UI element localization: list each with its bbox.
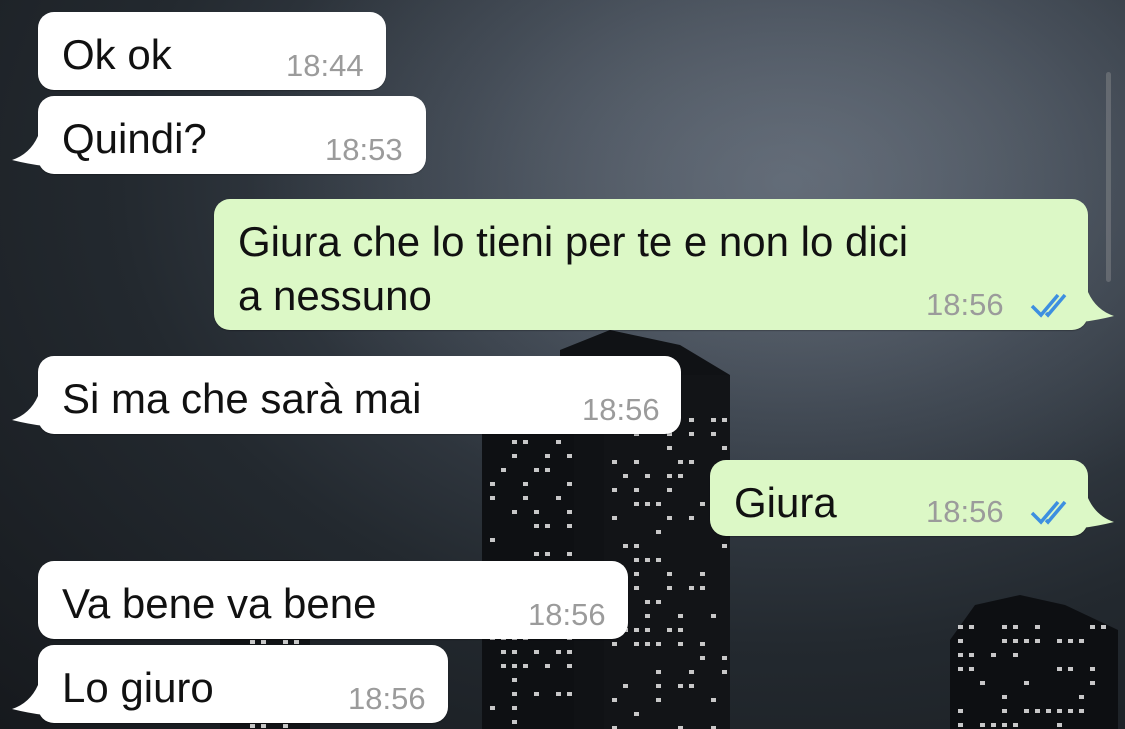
- message-text: Si ma che sarà mai: [62, 375, 422, 422]
- bubble-tail-left: [12, 136, 44, 166]
- bubble-tail-right: [1082, 498, 1114, 528]
- message-text: Giura: [734, 479, 837, 526]
- message-text: Ok ok: [62, 31, 172, 78]
- message-timestamp: 18:44: [286, 48, 364, 83]
- message-bubble-incoming[interactable]: Lo giuro 18:56: [38, 645, 448, 723]
- message-bubble-incoming[interactable]: Si ma che sarà mai 18:56: [38, 356, 681, 434]
- message-timestamp: 18:56: [582, 392, 660, 427]
- message-text: Lo giuro: [62, 664, 214, 711]
- message-bubble-incoming[interactable]: Quindi? 18:53: [38, 96, 426, 174]
- message-text: Giura che lo tieni per te e non lo dici …: [238, 218, 909, 319]
- message-timestamp: 18:56: [926, 287, 1004, 322]
- bubble-tail-right: [1082, 292, 1114, 322]
- message-bubble-outgoing[interactable]: Giura 18:56: [710, 460, 1088, 536]
- scroll-indicator[interactable]: [1106, 72, 1111, 282]
- message-bubble-incoming[interactable]: Ok ok 18:44: [38, 12, 386, 90]
- message-timestamp: 18:56: [348, 681, 426, 716]
- message-timestamp: 18:53: [325, 132, 403, 167]
- double-check-icon: [1030, 500, 1067, 525]
- message-text: Va bene va bene: [62, 580, 377, 627]
- message-timestamp: 18:56: [528, 597, 606, 632]
- bubble-tail-left: [12, 396, 44, 426]
- bubble-tail-left: [12, 685, 44, 715]
- double-check-icon: [1030, 293, 1067, 318]
- message-timestamp: 18:56: [926, 494, 1004, 529]
- message-text: Quindi?: [62, 115, 207, 162]
- message-bubble-incoming[interactable]: Va bene va bene 18:56: [38, 561, 628, 639]
- message-bubble-outgoing[interactable]: Giura che lo tieni per te e non lo dici …: [214, 199, 1088, 330]
